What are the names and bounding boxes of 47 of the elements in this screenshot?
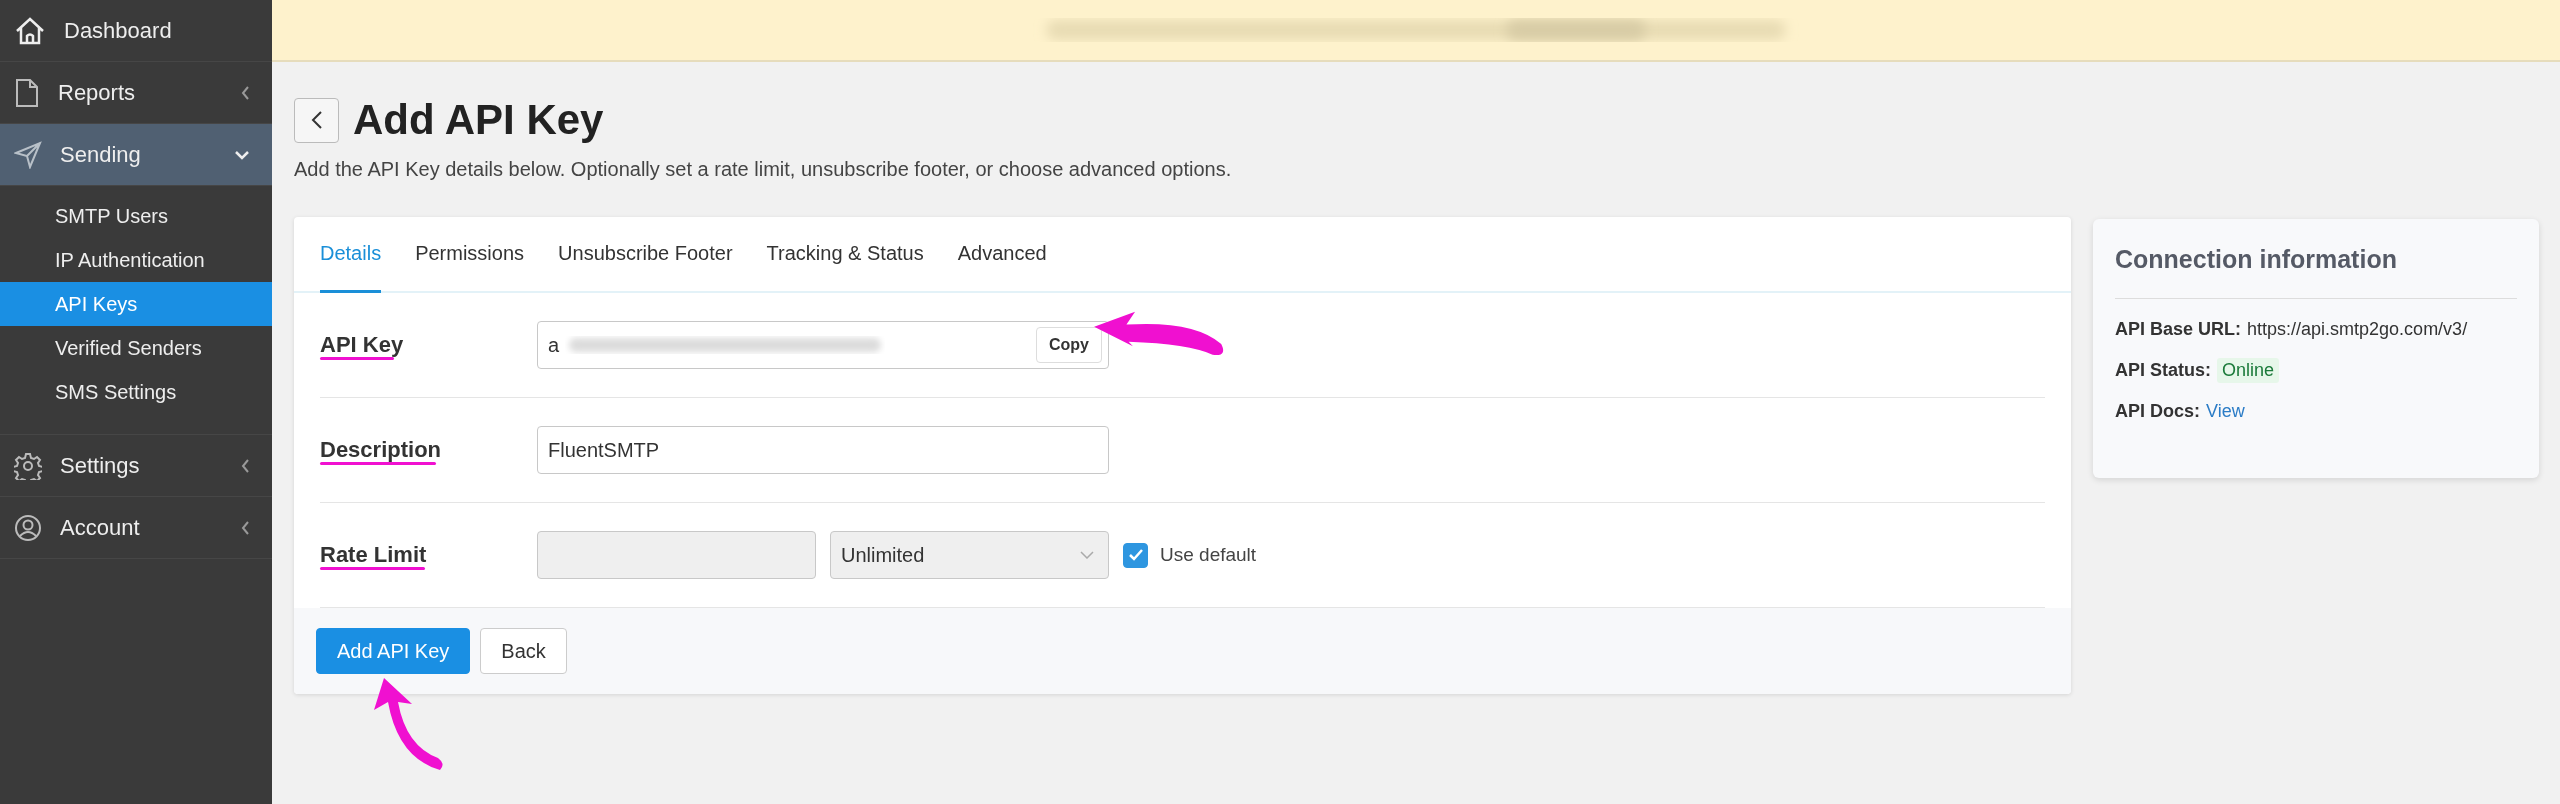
chevron-left-icon bbox=[241, 84, 250, 101]
copy-button[interactable]: Copy bbox=[1036, 327, 1102, 363]
api-key-field[interactable]: a Copy bbox=[537, 321, 1109, 369]
sidebar-item[interactable]: Account bbox=[0, 497, 272, 559]
status-badge: Online bbox=[2217, 358, 2280, 383]
chevron-down-icon bbox=[1080, 551, 1094, 559]
field-label: Description bbox=[320, 437, 443, 463]
tab[interactable]: Tracking & Status bbox=[766, 217, 924, 293]
info-label: API Docs: bbox=[2115, 401, 2201, 422]
sidebar-item-label: Account bbox=[60, 514, 141, 541]
checkbox-label: Use default bbox=[1160, 544, 1257, 566]
field-label: API Key bbox=[320, 332, 405, 358]
description-field[interactable]: FluentSMTP bbox=[537, 426, 1109, 474]
secondary-button[interactable]: Back bbox=[480, 628, 567, 674]
info-label: API Base URL: bbox=[2115, 319, 2242, 340]
sidebar-item[interactable]: Sending bbox=[0, 124, 272, 186]
chevron-left-icon bbox=[310, 110, 323, 130]
page-title: Add API Key bbox=[353, 96, 604, 144]
info-value: https://api.smtp2go.com/v3/ bbox=[2247, 319, 2468, 340]
page-subtitle: Add the API Key details below. Optionally set a rate limit, unsubscribe footer, or choose advanced options. bbox=[294, 158, 1233, 181]
sidebar-subitem[interactable]: SMS Settings bbox=[0, 370, 272, 414]
docs-link[interactable]: View bbox=[2206, 401, 2245, 422]
chevron-left-icon bbox=[241, 519, 250, 536]
user-icon bbox=[14, 513, 42, 542]
house-icon bbox=[14, 15, 46, 46]
sidebar-item-label: Sending bbox=[60, 141, 142, 168]
sidebar-item-label: Settings bbox=[60, 452, 141, 479]
sidebar-subitem[interactable]: Verified Senders bbox=[0, 326, 272, 370]
sidebar-subitem[interactable]: SMTP Users bbox=[0, 194, 272, 238]
tab[interactable]: Advanced bbox=[957, 217, 1047, 293]
settings-icon bbox=[14, 451, 42, 480]
tab[interactable]: Unsubscribe Footer bbox=[558, 217, 733, 293]
checkmark-icon bbox=[1128, 549, 1143, 561]
sidebar-item-label: Dashboard bbox=[64, 17, 173, 44]
info-label: API Status: bbox=[2115, 360, 2211, 381]
panel-title: Connection information bbox=[2115, 245, 2398, 274]
chevron-down-icon bbox=[234, 149, 250, 160]
tab[interactable]: Permissions bbox=[415, 217, 525, 293]
chevron-left-icon bbox=[241, 457, 250, 474]
tab[interactable]: Details bbox=[320, 217, 382, 293]
back-button[interactable] bbox=[294, 97, 339, 143]
sidebar-subitem[interactable]: IP Authentication bbox=[0, 238, 272, 282]
field-label: Rate Limit bbox=[320, 542, 428, 568]
sidebar-item-label: Reports bbox=[58, 79, 137, 106]
sidebar-item[interactable]: Settings bbox=[0, 435, 272, 497]
document-icon bbox=[14, 77, 40, 108]
paper-plane-icon bbox=[14, 140, 42, 169]
